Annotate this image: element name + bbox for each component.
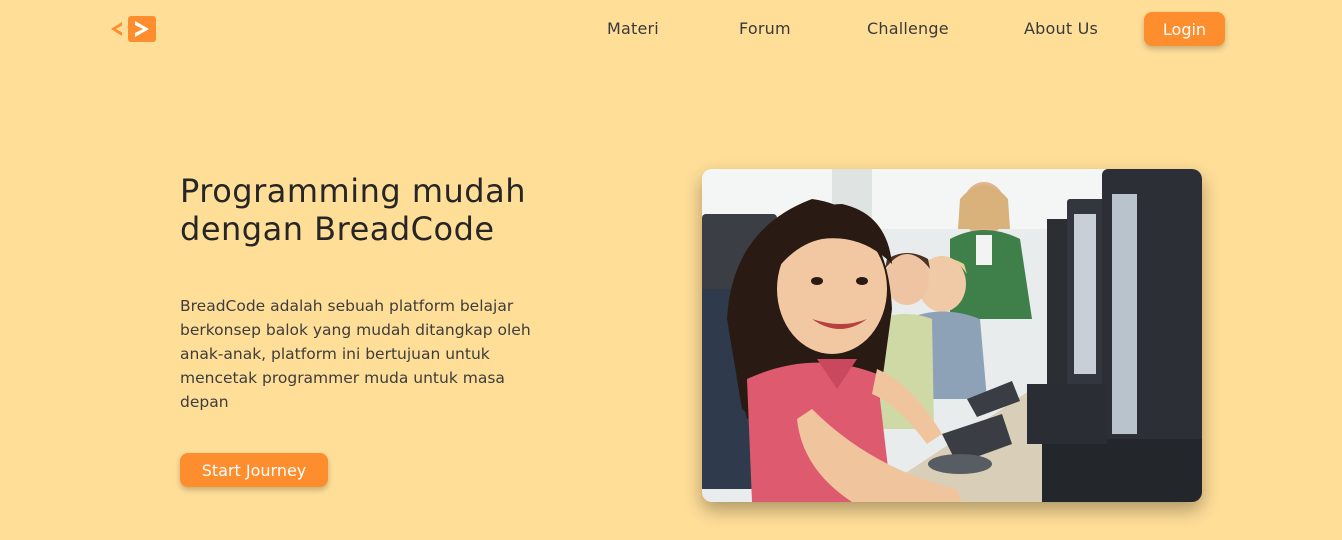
site-header: Materi Forum Challenge About Us Login — [0, 0, 1342, 58]
hero-image-children-computers — [702, 169, 1202, 502]
login-button[interactable]: Login — [1144, 12, 1225, 46]
breadcode-logo-icon[interactable] — [108, 13, 158, 45]
nav-challenge-link[interactable]: Challenge — [867, 19, 949, 38]
start-journey-button[interactable]: Start Journey — [180, 453, 328, 487]
hero-description: BreadCode adalah sebuah platform belajar… — [180, 297, 531, 411]
nav-materi-link[interactable]: Materi — [607, 19, 659, 38]
nav-forum-link[interactable]: Forum — [739, 19, 791, 38]
hero-title: Programming mudah dengan BreadCode — [180, 172, 526, 248]
nav-about-us-link[interactable]: About Us — [1024, 19, 1098, 38]
